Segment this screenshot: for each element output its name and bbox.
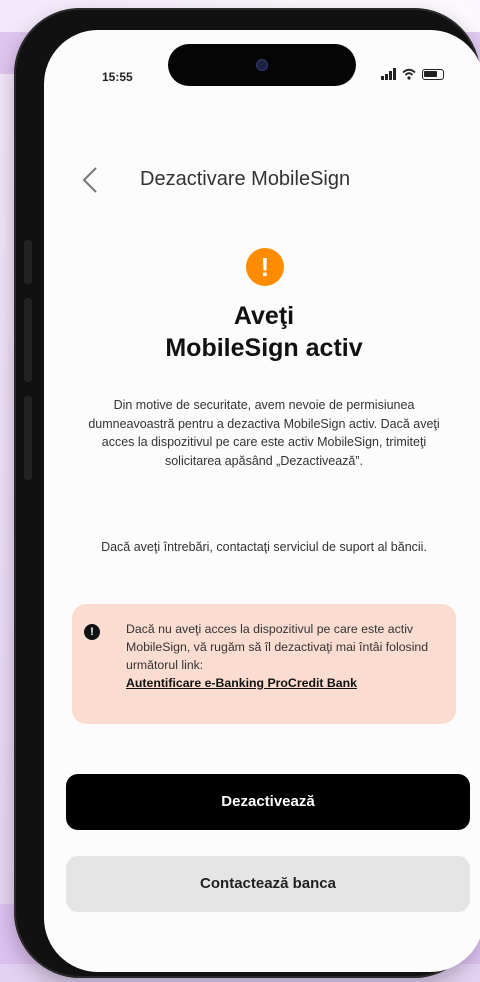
warning-icon: ! <box>246 248 284 286</box>
heading: Aveţi MobileSign activ <box>44 300 480 364</box>
signal-icon <box>381 68 396 80</box>
alert-box: ! Dacă nu aveţi acces la dispozitivul pe… <box>72 604 456 724</box>
phone-side-button <box>24 396 32 480</box>
ebanking-link[interactable]: Autentificare e-Banking ProCredit Bank <box>126 674 446 692</box>
status-time: 15:55 <box>102 70 133 84</box>
heading-line1: Aveţi <box>233 302 295 330</box>
alert-exclamation-icon: ! <box>84 624 100 640</box>
status-bar: 15:55 <box>44 30 480 120</box>
deactivate-button[interactable]: Dezactivează <box>66 774 470 830</box>
contact-bank-button[interactable]: Contactează banca <box>66 856 470 912</box>
description-paragraph: Din motive de securitate, avem nevoie de… <box>88 398 440 468</box>
header: Dezactivare MobileSign <box>44 158 480 202</box>
alert-text-block: Dacă nu aveţi acces la dispozitivul pe c… <box>126 620 446 692</box>
dynamic-island <box>168 44 356 86</box>
camera-icon <box>256 59 268 71</box>
alert-message: Dacă nu aveţi acces la dispozitivul pe c… <box>126 622 429 672</box>
support-paragraph: Dacă aveţi întrebări, contactaţi servici… <box>101 540 427 554</box>
heading-line2: MobileSign activ <box>165 334 363 362</box>
page-title: Dezactivare MobileSign <box>140 168 351 190</box>
phone-frame: 15:55 Dezactivare MobileSign ! Aveţi Mob… <box>14 8 480 978</box>
battery-icon <box>422 68 444 80</box>
phone-side-button <box>24 240 32 284</box>
status-icons <box>381 68 444 80</box>
back-chevron-icon[interactable] <box>78 164 102 196</box>
wifi-icon <box>402 68 416 80</box>
phone-screen: 15:55 Dezactivare MobileSign ! Aveţi Mob… <box>44 30 480 972</box>
phone-side-button <box>24 298 32 382</box>
